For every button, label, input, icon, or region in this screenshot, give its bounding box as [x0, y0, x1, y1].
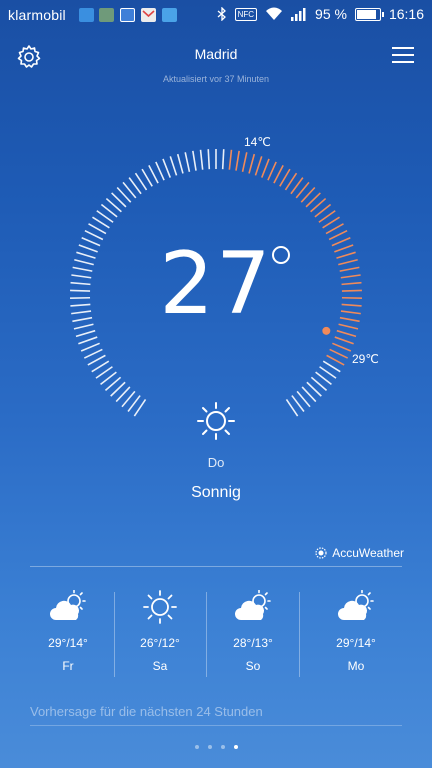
menu-icon[interactable]: [392, 47, 414, 65]
dial-tick: [207, 149, 211, 170]
status-bar: klarmobil NFC 95 % 16:16: [0, 0, 432, 30]
divider: [30, 725, 402, 726]
clock: 16:16: [388, 6, 424, 22]
photo-app-icon: [99, 8, 114, 22]
divider: [206, 592, 207, 677]
sun-icon: [197, 402, 235, 440]
dial-tick: [329, 348, 349, 359]
dial-tick: [155, 161, 165, 181]
battery-percentage: 95 %: [315, 6, 347, 22]
dial-tick: [192, 150, 197, 171]
gmail-icon: [141, 8, 156, 22]
current-temperature: 27: [159, 234, 273, 334]
dial-tick: [184, 152, 191, 172]
partly-cloudy-icon: [338, 590, 374, 620]
forecast-day[interactable]: 29°/14° Mo: [316, 590, 396, 673]
signal-icon: [291, 7, 306, 21]
dial-tick: [87, 354, 106, 366]
accuweather-sun-icon: [315, 547, 327, 559]
wifi-icon: [266, 7, 283, 20]
forecast-day[interactable]: 28°/13° So: [213, 590, 293, 673]
dial-tick: [83, 348, 103, 359]
hourly-forecast-link[interactable]: Vorhersage für die nächsten 24 Stunden: [30, 704, 263, 719]
dial-tick: [88, 223, 107, 235]
forecast-day-label: Fr: [62, 659, 74, 673]
forecast-day-label: Sa: [152, 659, 168, 673]
dial-tick: [279, 168, 291, 187]
carrier-name: klarmobil: [8, 7, 66, 23]
dial-tick: [273, 164, 284, 184]
dial-tick: [325, 223, 344, 235]
page-dot[interactable]: [221, 745, 225, 749]
forecast-day-label: Mo: [347, 659, 365, 673]
forecast-temps: 28°/13°: [233, 636, 273, 650]
forecast-temps: 29°/14°: [336, 636, 376, 650]
blue-app-icon: [79, 8, 94, 22]
sun-icon: [143, 590, 177, 624]
dial-tick: [78, 336, 98, 345]
divider: [30, 566, 402, 567]
weather-condition: Sonnig: [191, 484, 241, 501]
dial-tick: [235, 150, 240, 171]
dial-tick: [141, 168, 153, 187]
current-temp-marker: [322, 326, 331, 335]
image-app-icon: [120, 8, 135, 22]
partly-cloudy-icon: [50, 590, 86, 620]
dial-tick: [241, 152, 248, 172]
provider-credit[interactable]: AccuWeather: [314, 546, 404, 560]
degree-symbol: [272, 246, 290, 264]
forecast-day-label: So: [245, 659, 261, 673]
page-indicator: [195, 745, 238, 749]
dial-tick: [332, 342, 352, 352]
dial-tick: [322, 360, 341, 373]
battery-icon: [354, 7, 384, 21]
dial-tick: [254, 156, 263, 176]
nfc-icon: NFC: [234, 7, 258, 21]
dial-tick: [169, 156, 178, 176]
forecast-day[interactable]: 29°/14° Fr: [28, 590, 108, 673]
dial-tick: [199, 149, 204, 170]
divider: [299, 592, 300, 677]
forecast-temps: 29°/14°: [48, 636, 88, 650]
dial-tick: [326, 354, 345, 366]
dial-tick: [248, 153, 256, 174]
low-temp-label: 14℃: [244, 135, 271, 149]
twitter-icon: [162, 8, 177, 22]
dial-tick: [267, 161, 277, 181]
dial-tick: [162, 158, 171, 178]
current-day: Do: [207, 455, 225, 470]
dial-tick: [228, 149, 233, 170]
dial-tick: [91, 360, 110, 373]
dial-tick: [148, 164, 159, 184]
dial-tick: [261, 158, 270, 178]
bluetooth-icon: [217, 7, 226, 21]
dial-tick: [176, 153, 184, 174]
forecast-day[interactable]: 26°/12° Sa: [120, 590, 200, 673]
forecast-temps: 26°/12°: [140, 636, 180, 650]
high-temp-label: 29℃: [352, 352, 379, 366]
last-updated: Aktualisiert vor 37 Minuten: [162, 74, 270, 84]
page-dot[interactable]: [195, 745, 199, 749]
provider-name: AccuWeather: [332, 546, 404, 560]
dial-tick: [75, 329, 96, 338]
dial-tick: [221, 149, 225, 170]
divider: [114, 592, 115, 677]
city-name[interactable]: Madrid: [0, 46, 432, 62]
page-dot[interactable]: [234, 745, 238, 749]
dial-tick: [336, 329, 357, 338]
dial-tick: [334, 336, 354, 345]
dial-tick: [80, 342, 100, 352]
page-dot[interactable]: [208, 745, 212, 749]
partly-cloudy-icon: [235, 590, 271, 620]
